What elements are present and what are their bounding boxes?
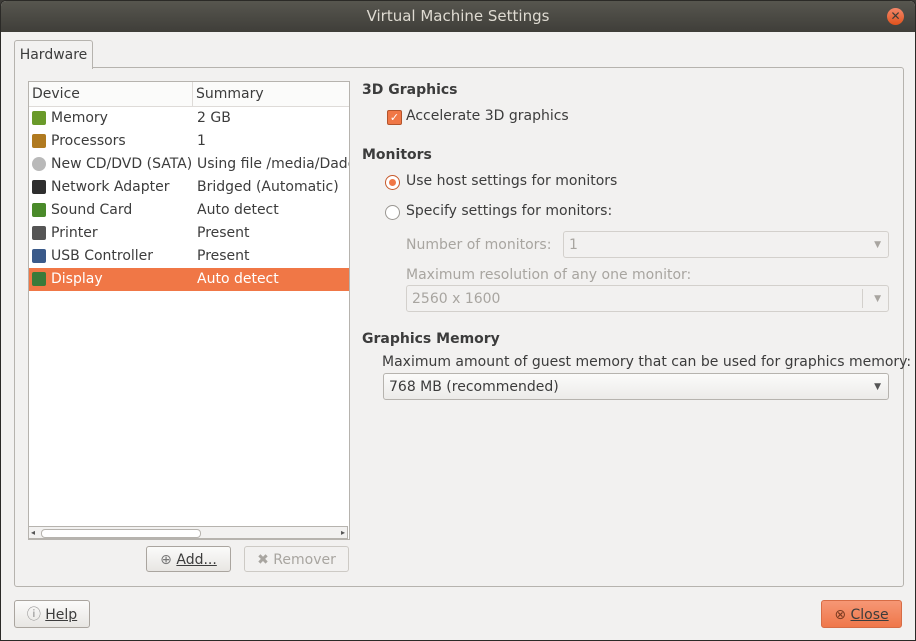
device-name: Memory (51, 110, 108, 126)
close-button[interactable]: ⊗ Close (821, 600, 902, 628)
number-of-monitors-select[interactable]: 1 ▼ (563, 231, 889, 258)
usb-controller-icon (32, 249, 46, 263)
device-list-hscrollbar[interactable]: ◂ ▸ (28, 526, 348, 539)
scroll-left-icon[interactable]: ◂ (31, 527, 35, 538)
max-resolution-value: 2560 x 1600 (412, 291, 501, 307)
specify-monitors-radio[interactable] (385, 205, 400, 220)
help-icon: ⓘ (26, 607, 46, 623)
display-icon (32, 272, 46, 286)
device-summary: Auto detect (197, 202, 279, 218)
max-resolution-combo[interactable]: 2560 x 1600 ▼ (406, 285, 889, 312)
help-button[interactable]: ⓘ Help (14, 600, 90, 628)
hardware-panel: Device Summary Memory 2 GB Processors 1 New … (14, 67, 911, 587)
device-summary: Bridged (Automatic) (197, 179, 339, 195)
window-close-icon[interactable]: ✕ (887, 8, 904, 25)
add-label: Add... (176, 552, 217, 568)
device-list-header: Device Summary (29, 82, 349, 107)
close-label: Close (850, 607, 889, 623)
help-label: Help (45, 607, 78, 623)
chevron-down-icon: ▼ (874, 240, 881, 250)
settings-window: Virtual Machine Settings ✕ Hardware Devi… (0, 0, 916, 641)
device-row-memory[interactable]: Memory 2 GB (29, 107, 349, 130)
device-row-processors[interactable]: Processors 1 (29, 130, 349, 153)
device-summary: 1 (197, 133, 206, 149)
window-title: Virtual Machine Settings (366, 7, 550, 25)
device-summary: 2 GB (197, 110, 231, 126)
network-adapter-icon (32, 180, 46, 194)
add-device-button[interactable]: ⊕ Add... (146, 546, 231, 572)
graphics-memory-select[interactable]: 768 MB (recommended) ▼ (383, 373, 889, 400)
accelerate-3d-checkbox[interactable]: ✓ (387, 110, 402, 125)
use-host-label[interactable]: Use host settings for monitors (406, 173, 617, 189)
device-row-display[interactable]: Display Auto detect (29, 268, 349, 291)
scroll-right-icon[interactable]: ▸ (341, 527, 345, 538)
close-icon: ⊗ (834, 607, 851, 623)
device-summary: Present (197, 248, 250, 264)
device-name: USB Controller (51, 248, 154, 264)
column-summary[interactable]: Summary (193, 82, 349, 106)
device-name: Display (51, 271, 103, 287)
device-name: Sound Card (51, 202, 133, 218)
memory-icon (32, 111, 46, 125)
printer-icon (32, 226, 46, 240)
device-name: New CD/DVD (SATA) (51, 156, 191, 172)
chevron-down-icon: ▼ (874, 294, 881, 304)
device-summary: Present (197, 225, 250, 241)
chevron-down-icon: ▼ (874, 382, 881, 392)
device-row-sound-card[interactable]: Sound Card Auto detect (29, 199, 349, 222)
device-name: Network Adapter (51, 179, 170, 195)
device-summary: Using file /media/Dado (197, 156, 349, 172)
device-name: Processors (51, 133, 126, 149)
remove-icon: ✖ (257, 552, 274, 568)
tab-label: Hardware (19, 47, 88, 63)
device-row-new-cd-dvd-sata[interactable]: New CD/DVD (SATA) Using file /media/Dado (29, 153, 349, 176)
accelerate-3d-label[interactable]: Accelerate 3D graphics (406, 108, 569, 124)
device-row-network-adapter[interactable]: Network Adapter Bridged (Automatic) (29, 176, 349, 199)
column-device[interactable]: Device (29, 82, 193, 106)
remove-device-button[interactable]: ✖ Remover (244, 546, 349, 572)
graphics-memory-description: Maximum amount of guest memory that can … (382, 354, 912, 370)
device-row-usb-controller[interactable]: USB Controller Present (29, 245, 349, 268)
combo-separator (862, 289, 863, 308)
heading-monitors: Monitors (362, 147, 432, 163)
device-row-printer[interactable]: Printer Present (29, 222, 349, 245)
use-host-radio[interactable] (385, 175, 400, 190)
add-icon: ⊕ (160, 552, 177, 568)
tab-hardware[interactable]: Hardware (14, 40, 93, 69)
title-bar: Virtual Machine Settings ✕ (1, 1, 915, 32)
number-of-monitors-label: Number of monitors: (406, 237, 552, 253)
scroll-thumb[interactable] (41, 529, 201, 538)
sound-card-icon (32, 203, 46, 217)
cd-dvd-icon (32, 157, 46, 171)
number-of-monitors-value: 1 (569, 237, 578, 253)
device-list: Device Summary Memory 2 GB Processors 1 New … (28, 81, 350, 540)
specify-monitors-label[interactable]: Specify settings for monitors: (406, 203, 612, 219)
device-summary: Auto detect (197, 271, 279, 287)
remove-label: Remover (273, 552, 336, 568)
processor-icon (32, 134, 46, 148)
device-name: Printer (51, 225, 98, 241)
heading-3d-graphics: 3D Graphics (362, 82, 458, 98)
graphics-memory-value: 768 MB (recommended) (389, 379, 559, 395)
max-resolution-label: Maximum resolution of any one monitor: (406, 267, 692, 283)
heading-graphics-memory: Graphics Memory (362, 331, 500, 347)
